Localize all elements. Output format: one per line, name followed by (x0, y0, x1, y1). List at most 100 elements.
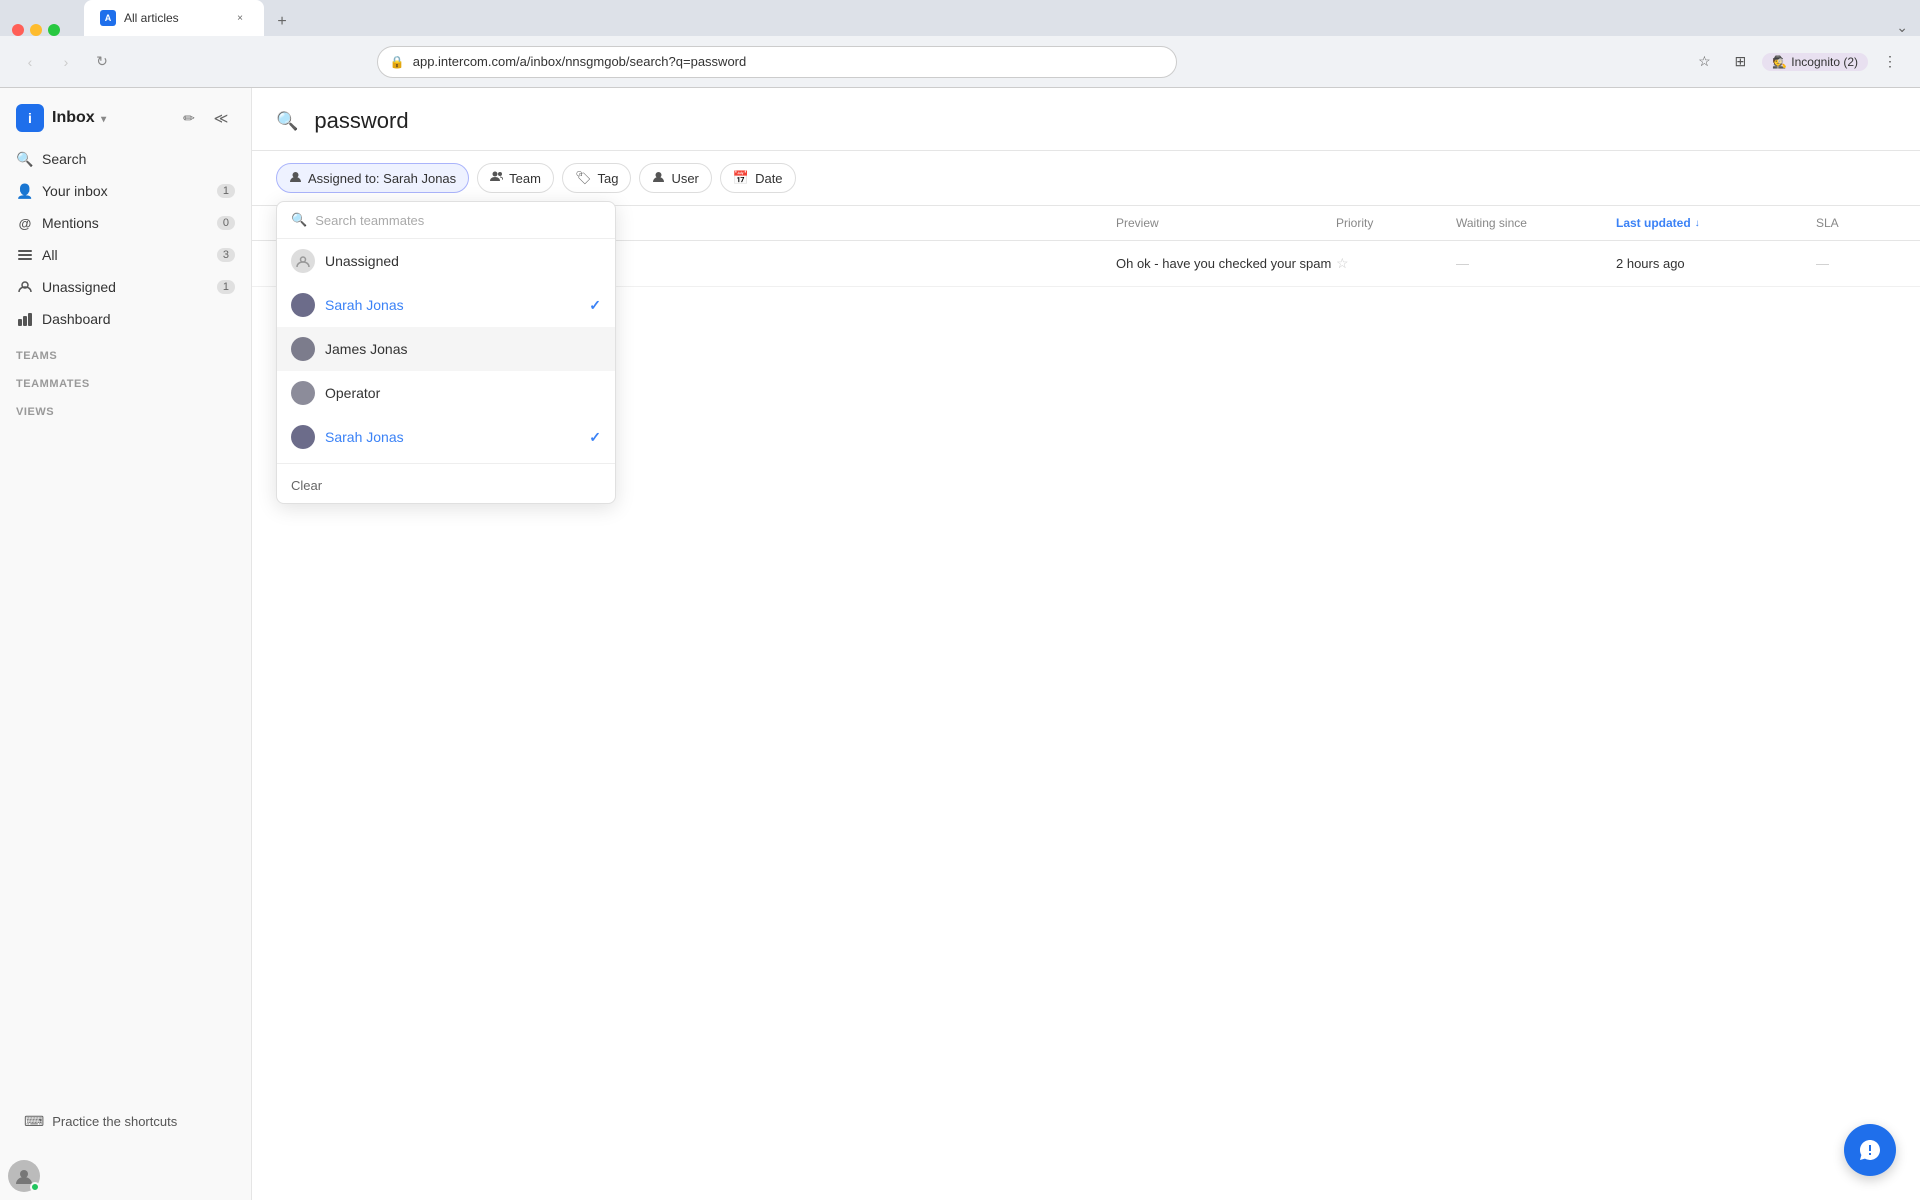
operator-avatar (291, 381, 315, 405)
sidebar-item-label: All (42, 247, 209, 263)
sidebar-title-caret: ▾ (101, 114, 106, 125)
main-header: 🔍 password (252, 88, 1920, 151)
dropdown-search: 🔍 (277, 202, 615, 239)
assignee-dropdown: 🔍 Unassigned Sarah Jonas ✓ (276, 201, 616, 504)
user-filter-button[interactable]: User (639, 163, 711, 193)
browser-tab[interactable]: A All articles × (84, 0, 264, 36)
collapse-sidebar-button[interactable]: ≪ (207, 104, 235, 132)
sarah-jonas-check-2: ✓ (589, 429, 601, 446)
cell-priority: ☆ (1336, 255, 1456, 272)
dropdown-search-icon: 🔍 (291, 212, 307, 228)
search-icon-header: 🔍 (276, 111, 298, 132)
col-preview: Preview (1116, 216, 1336, 230)
sidebar-item-search[interactable]: 🔍 Search (8, 144, 243, 174)
james-jonas-avatar (291, 337, 315, 361)
sarah-jonas-name-1: Sarah Jonas (325, 297, 579, 313)
unassigned-icon (16, 278, 34, 296)
assigned-to-label: Assigned to: Sarah Jonas (308, 171, 456, 186)
incognito-badge[interactable]: 🕵 Incognito (2) (1762, 53, 1868, 71)
forward-button[interactable]: › (52, 48, 80, 76)
sidebar: i Inbox ▾ ✏ ≪ 🔍 Search 👤 Your inbox 1 (0, 88, 252, 1200)
incognito-label: Incognito (2) (1791, 55, 1858, 69)
col-waiting-since: Waiting since (1456, 216, 1616, 230)
sarah-jonas-avatar-2 (291, 425, 315, 449)
address-bar[interactable]: 🔒 app.intercom.com/a/inbox/nnsgmgob/sear… (377, 46, 1177, 78)
all-icon (16, 246, 34, 264)
sidebar-item-label: Dashboard (42, 311, 235, 327)
sidebar-item-dashboard[interactable]: Dashboard (8, 304, 243, 334)
teammates-section-header: TEAMMATES (0, 366, 251, 394)
sarah-jonas-check-1: ✓ (589, 297, 601, 314)
unassigned-avatar (291, 249, 315, 273)
dropdown-item-operator[interactable]: Operator (277, 371, 615, 415)
sidebar-item-label: Your inbox (42, 183, 209, 199)
operator-name: Operator (325, 385, 601, 401)
dropdown-item-unassigned[interactable]: Unassigned (277, 239, 615, 283)
assigned-to-filter-button[interactable]: Assigned to: Sarah Jonas (276, 163, 469, 193)
cell-subject: — (556, 256, 1116, 271)
tab-close-button[interactable]: × (232, 10, 248, 26)
refresh-button[interactable]: ↻ (88, 48, 116, 76)
sidebar-item-label: Mentions (42, 215, 209, 231)
person-icon (289, 170, 302, 186)
compose-button[interactable]: ✏ (175, 104, 203, 132)
dashboard-icon (16, 310, 34, 328)
your-inbox-badge: 1 (217, 184, 235, 198)
extensions-button[interactable]: ⊞ (1726, 48, 1754, 76)
sidebar-item-all[interactable]: All 3 (8, 240, 243, 270)
sidebar-item-label: Search (42, 151, 235, 167)
all-badge: 3 (217, 248, 235, 262)
search-teammates-input[interactable] (315, 213, 601, 228)
team-label: Team (509, 171, 541, 186)
views-section-header: VIEWS (0, 394, 251, 422)
close-button[interactable] (12, 24, 24, 36)
dropdown-item-sarah-jonas-2[interactable]: Sarah Jonas ✓ (277, 415, 615, 459)
shortcuts-item[interactable]: ⌨ Practice the shortcuts (16, 1107, 235, 1136)
sidebar-bottom: ⌨ Practice the shortcuts (0, 1091, 251, 1152)
dropdown-clear-button[interactable]: Clear (277, 468, 615, 503)
back-button[interactable]: ‹ (16, 48, 44, 76)
new-tab-button[interactable]: + (268, 8, 296, 36)
user-avatar[interactable] (8, 1160, 40, 1192)
tag-filter-button[interactable]: 🏷 Tag (562, 163, 631, 193)
sidebar-nav: 🔍 Search 👤 Your inbox 1 @ Mentions 0 All… (0, 140, 251, 338)
shortcuts-label: Practice the shortcuts (52, 1114, 177, 1129)
incognito-icon: 🕵 (1772, 55, 1787, 69)
tab-favicon: A (100, 10, 116, 26)
browser-actions: ☆ ⊞ 🕵 Incognito (2) ⋮ (1690, 48, 1904, 76)
date-filter-button[interactable]: 📅 Date (720, 163, 796, 193)
cell-sla: — (1816, 256, 1896, 271)
sidebar-item-unassigned[interactable]: Unassigned 1 (8, 272, 243, 302)
dropdown-item-sarah-jonas-1[interactable]: Sarah Jonas ✓ (277, 283, 615, 327)
dropdown-item-james-jonas[interactable]: James Jonas (277, 327, 615, 371)
mentions-badge: 0 (217, 216, 235, 230)
maximize-button[interactable] (48, 24, 60, 36)
col-priority: Priority (1336, 216, 1456, 230)
teams-section-header: TEAMS (0, 338, 251, 366)
team-icon (490, 170, 503, 186)
cell-waiting-since: — (1456, 256, 1616, 271)
tab-title: All articles (124, 11, 224, 25)
priority-star[interactable]: ☆ (1336, 255, 1349, 272)
user-label: User (671, 171, 698, 186)
sort-arrow: ↓ (1695, 218, 1700, 229)
url-text: app.intercom.com/a/inbox/nnsgmgob/search… (413, 54, 1164, 69)
assigned-to-filter-wrapper: Assigned to: Sarah Jonas 🔍 Unassigned (276, 163, 469, 193)
support-chat-button[interactable] (1844, 1124, 1896, 1176)
inbox-icon: 👤 (16, 182, 34, 200)
keyboard-icon: ⌨ (24, 1113, 44, 1130)
col-last-updated[interactable]: Last updated ↓ (1616, 216, 1816, 230)
cell-last-updated: 2 hours ago (1616, 256, 1816, 271)
minimize-button[interactable] (30, 24, 42, 36)
james-jonas-name: James Jonas (325, 341, 601, 357)
team-filter-button[interactable]: Team (477, 163, 554, 193)
bookmark-button[interactable]: ☆ (1690, 48, 1718, 76)
tab-expand-button[interactable]: ⌄ (1896, 19, 1908, 36)
browser-menu-button[interactable]: ⋮ (1876, 48, 1904, 76)
sidebar-item-your-inbox[interactable]: 👤 Your inbox 1 (8, 176, 243, 206)
col-sla: SLA (1816, 216, 1896, 230)
unassigned-badge: 1 (217, 280, 235, 294)
user-filter-icon (652, 170, 665, 186)
sidebar-item-mentions[interactable]: @ Mentions 0 (8, 208, 243, 238)
sidebar-header-actions: ✏ ≪ (175, 104, 235, 132)
